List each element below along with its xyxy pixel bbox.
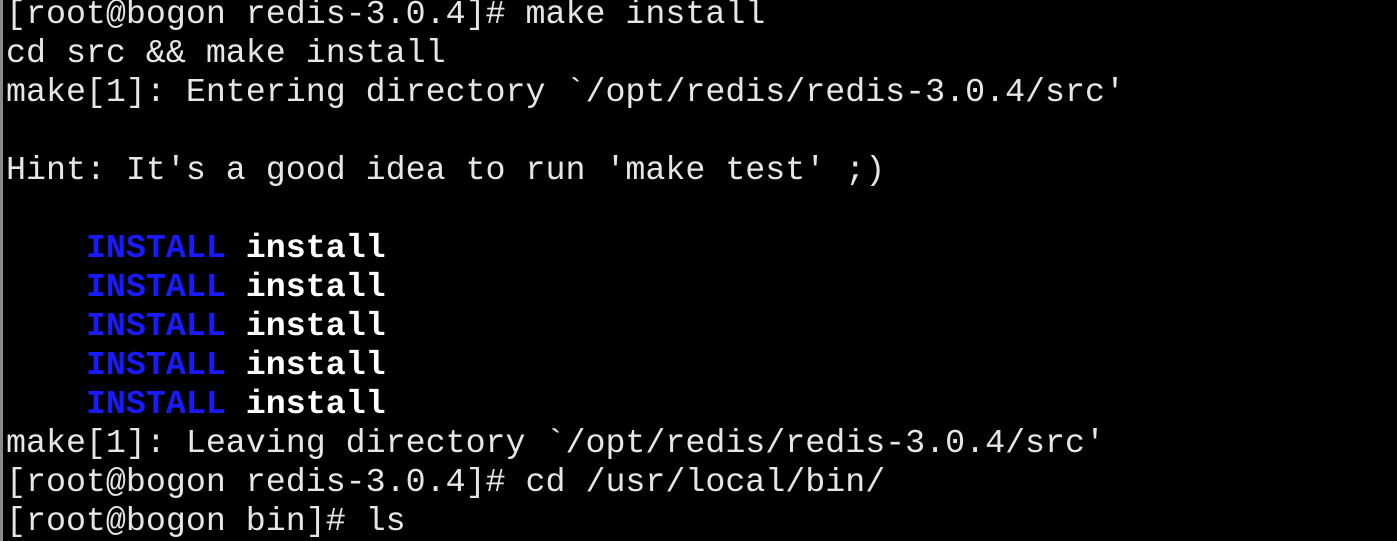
install-tag: INSTALL xyxy=(85,268,226,306)
install-tag: INSTALL xyxy=(85,229,226,267)
terminal-line: [root@bogon redis-3.0.4]# cd /usr/local/… xyxy=(6,463,886,501)
terminal-prompt-line: [root@bogon bin]# ls xyxy=(6,502,406,540)
terminal-line: Hint: It's a good idea to run 'make test… xyxy=(6,151,886,189)
terminal-line: [root@bogon redis-3.0.4]# make install xyxy=(6,0,766,33)
terminal-line: cd src && make install xyxy=(6,34,446,72)
terminal-output[interactable]: [root@bogon redis-3.0.4]# make install c… xyxy=(6,0,1125,541)
install-target: install xyxy=(245,268,386,306)
install-line: INSTALL install xyxy=(6,268,1125,307)
install-target: install xyxy=(245,307,386,345)
install-target: install xyxy=(245,346,386,384)
terminal-line: make[1]: Entering directory `/opt/redis/… xyxy=(6,73,1125,111)
install-target: install xyxy=(245,385,386,423)
install-line: INSTALL install xyxy=(6,307,1125,346)
install-tag: INSTALL xyxy=(85,346,226,384)
window-left-border xyxy=(0,0,3,541)
install-target: install xyxy=(245,229,386,267)
install-line: INSTALL install xyxy=(6,229,1125,268)
install-tag: INSTALL xyxy=(85,307,226,345)
terminal-line: make[1]: Leaving directory `/opt/redis/r… xyxy=(6,424,1105,462)
install-line: INSTALL install xyxy=(6,346,1125,385)
install-tag: INSTALL xyxy=(85,385,226,423)
install-line: INSTALL install xyxy=(6,385,1125,424)
